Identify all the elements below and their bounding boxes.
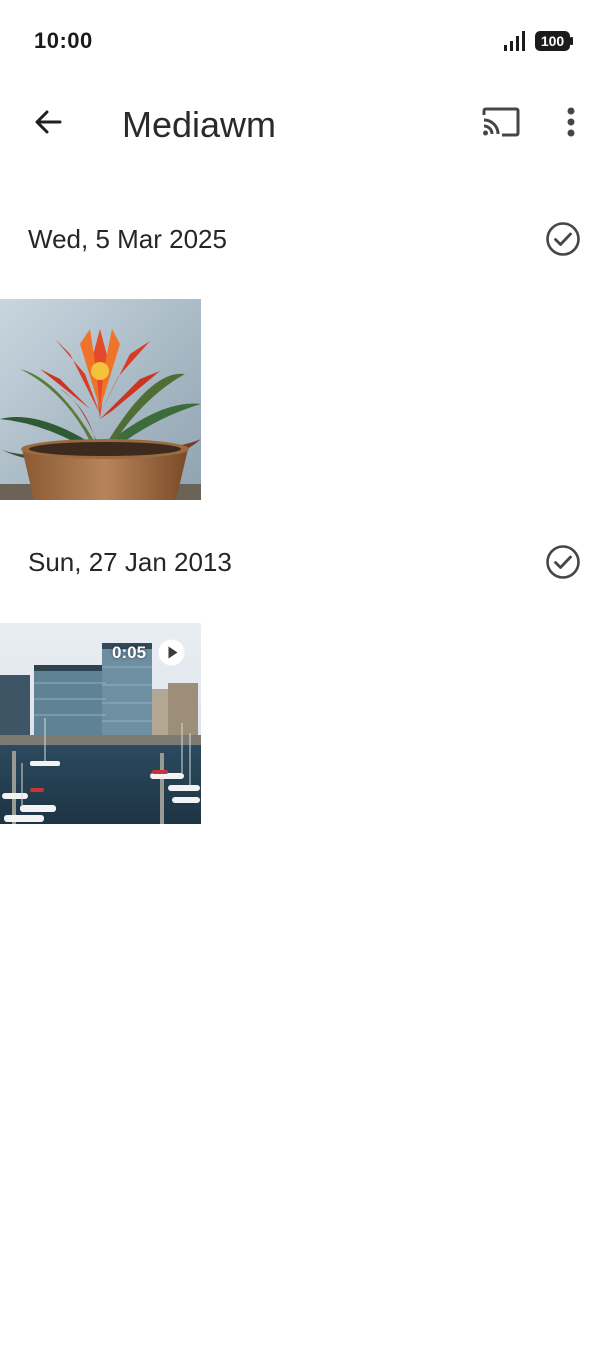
more-vert-icon — [567, 107, 575, 137]
video-duration: 0:05 — [112, 643, 147, 662]
back-arrow-icon — [35, 110, 62, 134]
more-options-button[interactable] — [556, 100, 586, 144]
page-title: Mediawm — [122, 104, 277, 145]
status-time: 10:00 — [34, 28, 93, 53]
play-icon — [158, 639, 185, 666]
photo-thumbnail[interactable] — [0, 299, 201, 500]
signal-icon — [504, 31, 525, 51]
battery-icon: 100 — [535, 31, 573, 51]
battery-level: 100 — [541, 33, 565, 49]
cast-icon — [482, 107, 520, 137]
section-date: Sun, 27 Jan 2013 — [28, 547, 232, 577]
section-header: Sun, 27 Jan 2013 — [0, 533, 612, 593]
check-circle-icon — [546, 222, 580, 256]
section-date: Wed, 5 Mar 2025 — [28, 224, 227, 254]
plant-photo — [0, 299, 201, 500]
cast-button[interactable] — [476, 100, 524, 144]
video-thumbnail[interactable]: 0:05 — [0, 623, 201, 824]
back-button[interactable] — [26, 100, 70, 144]
screen: 10:00 100 Mediawm Wed, 5 Mar 2025 Sun, 2… — [0, 0, 612, 1346]
select-all-button[interactable] — [542, 541, 584, 583]
status-bar: 10:00 100 — [0, 0, 612, 80]
check-circle-icon — [546, 545, 580, 579]
section-header: Wed, 5 Mar 2025 — [0, 210, 612, 270]
select-all-button[interactable] — [542, 218, 584, 260]
app-bar: Mediawm — [0, 90, 612, 160]
